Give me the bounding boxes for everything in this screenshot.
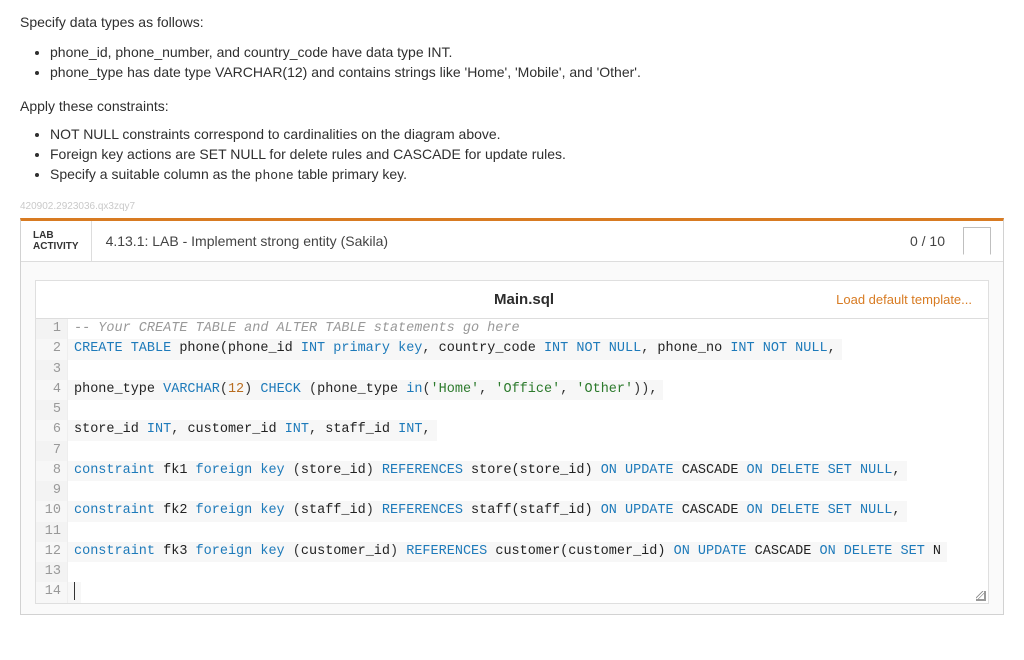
line-number: 10 bbox=[36, 501, 68, 521]
line-number: 11 bbox=[36, 522, 68, 542]
line-number: 1 bbox=[36, 319, 68, 339]
list-item: Foreign key actions are SET NULL for del… bbox=[50, 146, 1004, 162]
constraints-list: NOT NULL constraints correspond to cardi… bbox=[50, 126, 1004, 183]
inline-code-phone: phone bbox=[255, 168, 294, 183]
line-number: 7 bbox=[36, 441, 68, 461]
editor-filename: Main.sql bbox=[212, 291, 836, 308]
code-text[interactable] bbox=[68, 360, 88, 380]
code-text[interactable] bbox=[68, 562, 88, 582]
constraint-3b: table primary key. bbox=[294, 166, 407, 182]
editor-tabbar: Main.sql Load default template... bbox=[36, 281, 988, 319]
code-line[interactable]: 6store_id INT, customer_id INT, staff_id… bbox=[36, 420, 988, 440]
code-text[interactable] bbox=[68, 582, 81, 603]
load-default-template-link[interactable]: Load default template... bbox=[836, 292, 972, 307]
code-line[interactable]: 10constraint fk2 foreign key (staff_id) … bbox=[36, 501, 988, 521]
code-text[interactable]: -- Your CREATE TABLE and ALTER TABLE sta… bbox=[68, 319, 526, 339]
bookmark-icon[interactable] bbox=[963, 227, 991, 261]
line-number: 14 bbox=[36, 582, 68, 603]
lab-line2: ACTIVITY bbox=[33, 241, 79, 252]
code-text[interactable]: store_id INT, customer_id INT, staff_id … bbox=[68, 420, 437, 440]
line-number: 4 bbox=[36, 380, 68, 400]
activity-score: 0 / 10 bbox=[896, 221, 959, 261]
code-line[interactable]: 5 bbox=[36, 400, 988, 420]
list-item: phone_id, phone_number, and country_code… bbox=[50, 44, 1004, 60]
resize-handle-icon[interactable] bbox=[976, 591, 986, 601]
line-number: 8 bbox=[36, 461, 68, 481]
code-text[interactable]: CREATE TABLE phone(phone_id INT primary … bbox=[68, 339, 842, 359]
code-editor: Main.sql Load default template... 1-- Yo… bbox=[35, 280, 989, 604]
line-number: 12 bbox=[36, 542, 68, 562]
lab-activity-tag: LAB ACTIVITY bbox=[21, 221, 92, 261]
code-text[interactable]: phone_type VARCHAR(12) CHECK (phone_type… bbox=[68, 380, 663, 400]
code-line[interactable]: 14 bbox=[36, 582, 988, 603]
data-types-list: phone_id, phone_number, and country_code… bbox=[50, 44, 1004, 80]
constraint-3a: Specify a suitable column as the bbox=[50, 166, 255, 182]
list-item: phone_type has date type VARCHAR(12) and… bbox=[50, 64, 1004, 80]
code-line[interactable]: 11 bbox=[36, 522, 988, 542]
line-number: 2 bbox=[36, 339, 68, 359]
code-line[interactable]: 3 bbox=[36, 360, 988, 380]
activity-header: LAB ACTIVITY 4.13.1: LAB - Implement str… bbox=[21, 221, 1003, 262]
code-line[interactable]: 1-- Your CREATE TABLE and ALTER TABLE st… bbox=[36, 319, 988, 339]
lab-line1: LAB bbox=[33, 230, 79, 241]
activity-card: LAB ACTIVITY 4.13.1: LAB - Implement str… bbox=[20, 218, 1004, 615]
code-text[interactable] bbox=[68, 400, 88, 420]
line-number: 5 bbox=[36, 400, 68, 420]
data-types-heading: Specify data types as follows: bbox=[20, 14, 1004, 30]
code-text[interactable]: constraint fk2 foreign key (staff_id) RE… bbox=[68, 501, 907, 521]
activity-title: 4.13.1: LAB - Implement strong entity (S… bbox=[92, 221, 896, 261]
question-id: 420902.2923036.qx3zqy7 bbox=[20, 201, 1004, 212]
code-text[interactable] bbox=[68, 481, 88, 501]
code-line[interactable]: 13 bbox=[36, 562, 988, 582]
code-line[interactable]: 7 bbox=[36, 441, 988, 461]
line-number: 3 bbox=[36, 360, 68, 380]
list-item: NOT NULL constraints correspond to cardi… bbox=[50, 126, 1004, 142]
line-number: 9 bbox=[36, 481, 68, 501]
list-item: Specify a suitable column as the phone t… bbox=[50, 166, 1004, 183]
code-area[interactable]: 1-- Your CREATE TABLE and ALTER TABLE st… bbox=[36, 319, 988, 603]
code-line[interactable]: 12constraint fk3 foreign key (customer_i… bbox=[36, 542, 988, 562]
code-text[interactable] bbox=[68, 441, 88, 461]
code-text[interactable] bbox=[68, 522, 88, 542]
code-line[interactable]: 4phone_type VARCHAR(12) CHECK (phone_typ… bbox=[36, 380, 988, 400]
code-line[interactable]: 9 bbox=[36, 481, 988, 501]
code-line[interactable]: 8constraint fk1 foreign key (store_id) R… bbox=[36, 461, 988, 481]
code-text[interactable]: constraint fk3 foreign key (customer_id)… bbox=[68, 542, 947, 562]
constraints-heading: Apply these constraints: bbox=[20, 98, 1004, 114]
line-number: 6 bbox=[36, 420, 68, 440]
code-text[interactable]: constraint fk1 foreign key (store_id) RE… bbox=[68, 461, 907, 481]
line-number: 13 bbox=[36, 562, 68, 582]
code-line[interactable]: 2CREATE TABLE phone(phone_id INT primary… bbox=[36, 339, 988, 359]
